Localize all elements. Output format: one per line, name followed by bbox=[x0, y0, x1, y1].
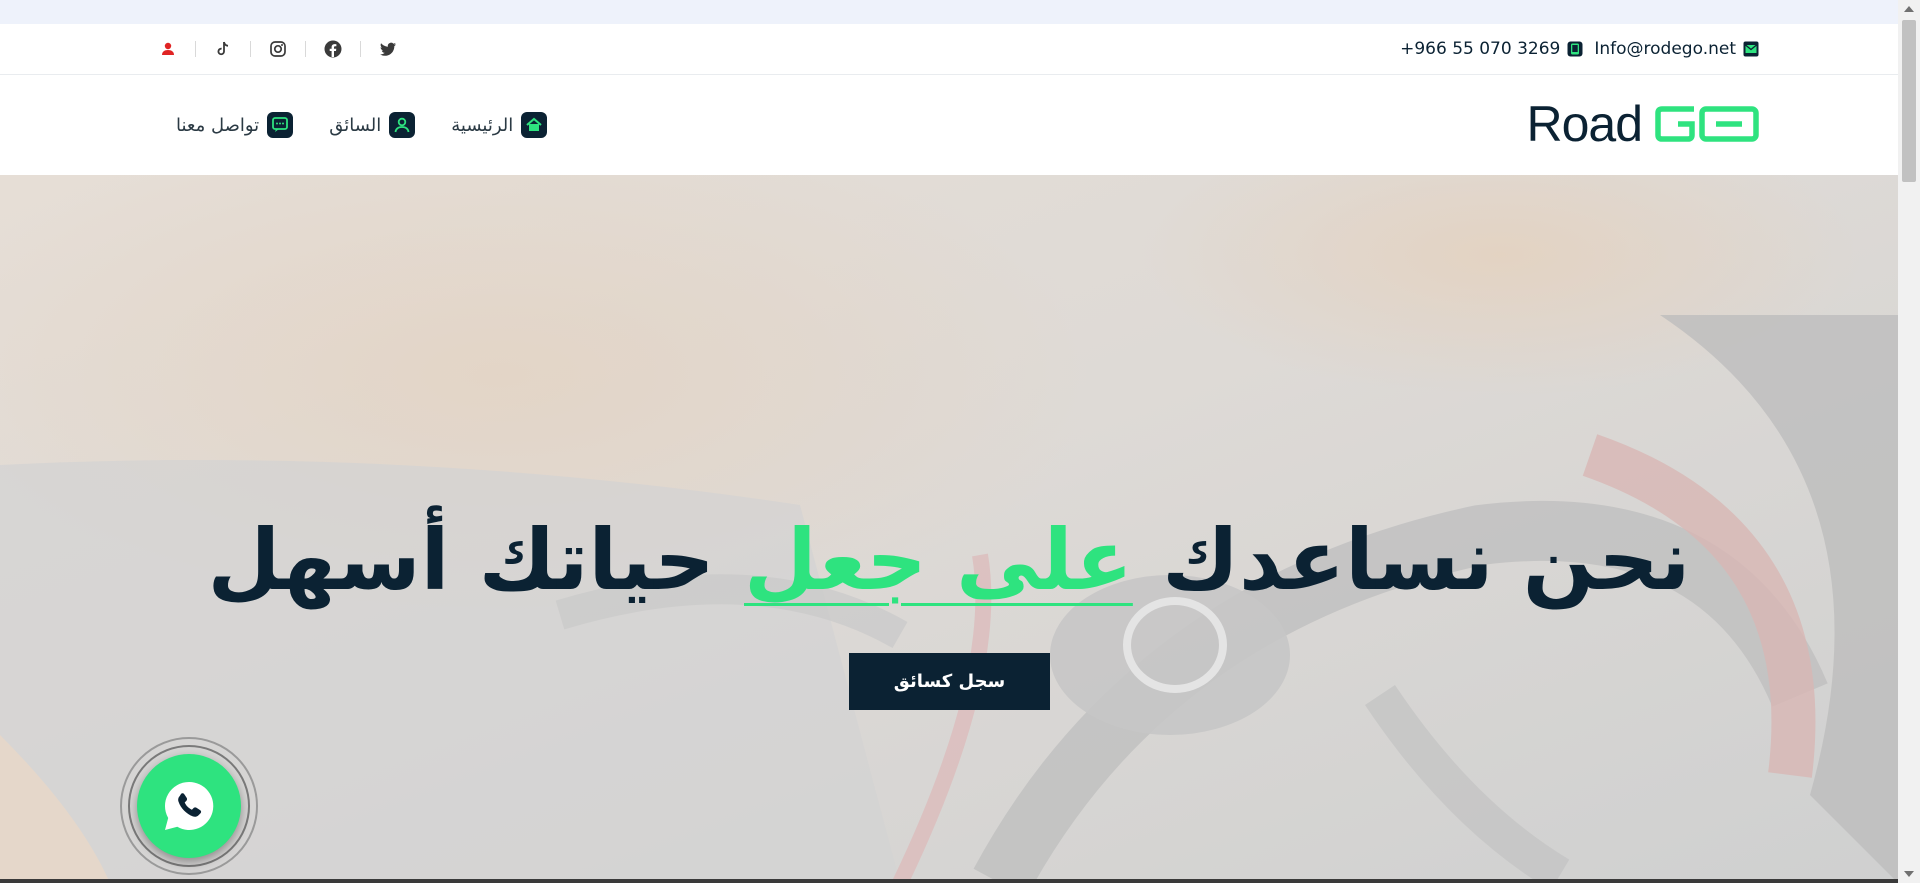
logo-go-mark bbox=[1655, 106, 1759, 142]
hero-title-accent: على جعل bbox=[744, 511, 1133, 609]
nav-home[interactable]: الرئيسية bbox=[451, 112, 548, 138]
whatsapp-button[interactable] bbox=[137, 754, 241, 858]
nav-home-label: الرئيسية bbox=[451, 114, 514, 136]
browser-top-strip bbox=[0, 0, 1898, 24]
main-navbar: Road الرئيسية السائق تواصل معنا bbox=[0, 75, 1898, 175]
phone-contact[interactable]: +966 55 070 3269 bbox=[1400, 39, 1584, 59]
logo-wordmark: Road bbox=[1526, 96, 1643, 152]
hero-title-part1: نحن نساعدك bbox=[1132, 511, 1691, 609]
page-scrollbar[interactable] bbox=[1898, 0, 1920, 883]
whatsapp-pulse-ring bbox=[128, 745, 250, 867]
home-icon bbox=[521, 112, 548, 138]
bottom-bar bbox=[0, 879, 1898, 883]
scroll-up-arrow-icon[interactable] bbox=[1904, 6, 1914, 12]
nav-driver-label: السائق bbox=[329, 114, 382, 136]
contact-bar: +966 55 070 3269 Info@rodego.net bbox=[0, 24, 1898, 75]
hero-title-part2: حياتك أسهل bbox=[207, 511, 744, 609]
twitter-link[interactable] bbox=[360, 24, 415, 74]
chat-icon bbox=[267, 112, 294, 138]
facebook-icon bbox=[324, 40, 341, 58]
instagram-icon bbox=[269, 41, 286, 57]
nav-links: الرئيسية السائق تواصل معنا bbox=[176, 75, 548, 175]
whatsapp-float bbox=[120, 737, 258, 875]
scroll-thumb[interactable] bbox=[1902, 20, 1916, 182]
facebook-link[interactable] bbox=[305, 24, 360, 74]
hero-title: نحن نساعدك على جعل حياتك أسهل bbox=[0, 510, 1898, 611]
nav-contact-label: تواصل معنا bbox=[176, 114, 260, 136]
phone-icon bbox=[1566, 40, 1584, 58]
driver-icon bbox=[389, 112, 416, 138]
instagram-link[interactable] bbox=[250, 24, 305, 74]
contact-info: +966 55 070 3269 Info@rodego.net bbox=[1400, 24, 1760, 74]
whatsapp-icon bbox=[164, 781, 214, 830]
roadgo-logo[interactable]: Road bbox=[1526, 93, 1760, 155]
email-contact[interactable]: Info@rodego.net bbox=[1594, 39, 1760, 59]
mail-icon bbox=[1742, 40, 1760, 58]
social-links bbox=[140, 24, 415, 74]
nav-contact[interactable]: تواصل معنا bbox=[176, 112, 294, 138]
register-driver-button[interactable]: سجل كسائق bbox=[849, 653, 1050, 710]
hero-section: نحن نساعدك على جعل حياتك أسهل سجل كسائق bbox=[0, 175, 1898, 883]
user-login-link[interactable] bbox=[140, 24, 195, 74]
tiktok-icon bbox=[217, 41, 228, 56]
scroll-down-arrow-icon[interactable] bbox=[1904, 871, 1914, 877]
phone-number[interactable]: +966 55 070 3269 bbox=[1400, 39, 1560, 59]
tiktok-link[interactable] bbox=[195, 24, 250, 74]
user-icon bbox=[161, 42, 174, 55]
email-address[interactable]: Info@rodego.net bbox=[1594, 39, 1736, 59]
twitter-icon bbox=[379, 42, 396, 56]
nav-driver[interactable]: السائق bbox=[329, 112, 416, 138]
